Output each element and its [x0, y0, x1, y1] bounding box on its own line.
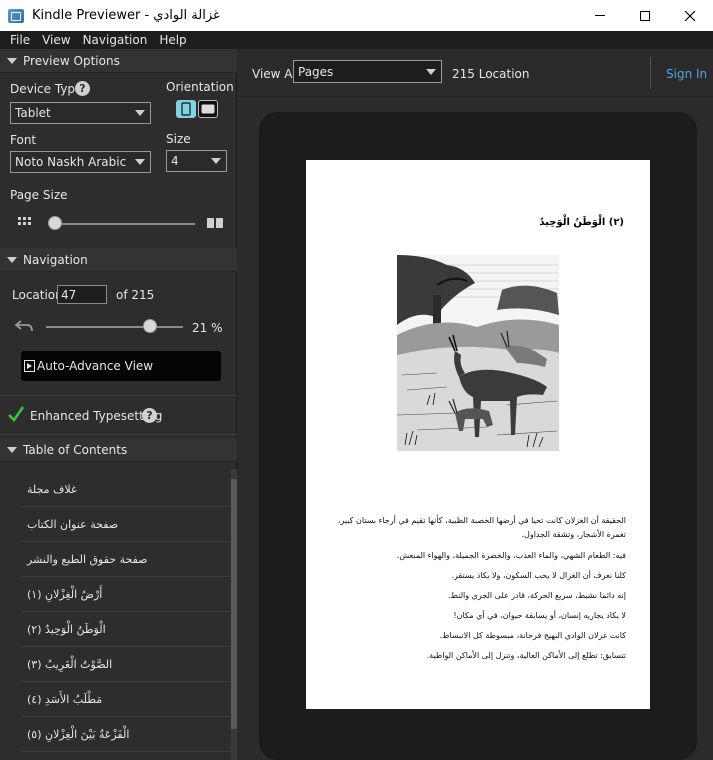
- location-count: 215 Location: [452, 67, 530, 81]
- toc-item[interactable]: صفحة عنوان الكتاب: [21, 507, 231, 542]
- landscape-device-icon: [201, 104, 215, 114]
- landscape-orientation-button[interactable]: [198, 100, 218, 118]
- page-size-slider-thumb[interactable]: [48, 216, 62, 230]
- menu-file[interactable]: File: [10, 33, 30, 47]
- toc-item[interactable]: صفحة حقوق الطبع والنشر: [21, 542, 231, 577]
- font-select[interactable]: Noto Naskh Arabic: [10, 151, 151, 173]
- font-value: Noto Naskh Arabic: [15, 155, 127, 169]
- preview-toolbar: View All Pages 215 Location Sign In: [238, 49, 713, 97]
- help-icon[interactable]: ?: [75, 81, 90, 96]
- toc-item[interactable]: أَرْضُ الْغِزْلانِ (١): [21, 577, 231, 612]
- page-paragraph: تتسابق: تطلع إلى الأماكن العالية، وتنزل …: [426, 651, 626, 660]
- chevron-down-icon: [426, 68, 436, 75]
- page-size-slider-track[interactable]: [48, 223, 195, 225]
- location-label: Location: [12, 288, 63, 302]
- large-grid-icon[interactable]: [207, 217, 224, 229]
- collapse-triangle-icon: [7, 256, 17, 263]
- preview-area: View All Pages 215 Location Sign In (٢) …: [238, 49, 713, 760]
- page-paragraph: فيه: الطعام الشهي، والماء العذب، والخضرة…: [396, 551, 626, 560]
- portrait-orientation-button[interactable]: [176, 100, 196, 118]
- chevron-down-icon: [135, 159, 145, 165]
- gazelle-illustration: [397, 255, 559, 451]
- menu-navigation[interactable]: Navigation: [83, 33, 148, 47]
- close-button[interactable]: [667, 0, 713, 31]
- size-label: Size: [166, 132, 191, 146]
- checkmark-icon: [8, 406, 24, 422]
- toc-item[interactable]: غلاف مجلة: [21, 472, 231, 507]
- menu-view[interactable]: View: [42, 33, 70, 47]
- close-icon: [684, 10, 696, 21]
- collapse-triangle-icon: [7, 57, 17, 64]
- toc-item[interactable]: الْفَزْعَةُ بَيْنَ الْغِزْلانِ (٥): [21, 717, 231, 752]
- toc-scrollbar[interactable]: [231, 469, 237, 760]
- navigation-header[interactable]: Navigation: [0, 248, 237, 272]
- device-type-label: Device Type: [10, 82, 83, 96]
- help-icon[interactable]: ?: [142, 408, 157, 423]
- left-panel: Preview Options Device Type ? Orientatio…: [0, 49, 237, 760]
- preview-options-header[interactable]: Preview Options: [0, 49, 237, 73]
- enhanced-typesetting-row: Enhanced Typesetting ?: [0, 395, 237, 435]
- window-title: Kindle Previewer - غزالة الوادي: [32, 8, 220, 23]
- location-input[interactable]: 47: [57, 285, 107, 304]
- size-select[interactable]: 4: [166, 150, 227, 172]
- device-type-value: Tablet: [15, 106, 51, 120]
- table-of-contents-header[interactable]: Table of Contents: [0, 438, 237, 462]
- page-paragraph: إنه دائما نشيط، سريع الحركة، قادر على ال…: [448, 591, 626, 600]
- maximize-button[interactable]: [622, 0, 668, 31]
- book-page: (٢) الْوَطَنُ الْوَحِيدُ الحقيقة أن الغز…: [306, 160, 650, 709]
- location-slider-track[interactable]: [46, 326, 183, 328]
- chapter-title: (٢) الْوَطَنُ الْوَحِيدُ: [539, 217, 624, 228]
- toc-item[interactable]: مَطْلَبُ الأَسَدِ (٤): [21, 682, 231, 717]
- table-of-contents-title: Table of Contents: [23, 442, 128, 457]
- device-type-select[interactable]: Tablet: [10, 102, 151, 124]
- portrait-device-icon: [181, 102, 191, 116]
- preview-options-title: Preview Options: [23, 53, 120, 68]
- page-size-label: Page Size: [10, 188, 68, 202]
- chevron-down-icon: [135, 110, 145, 116]
- page-paragraph: لا يكاد يجاريه إنسان، أو يسابقة حيوان، ف…: [453, 611, 626, 620]
- chevron-down-icon: [211, 158, 221, 164]
- toc-scrollbar-thumb[interactable]: [231, 479, 237, 729]
- navigation-title: Navigation: [23, 252, 88, 267]
- page-paragraph: كلنا نعرف أن الغزال لا يحب السكون، ولا ي…: [451, 571, 626, 580]
- kindle-previewer-app-icon: [8, 8, 24, 23]
- page-paragraph: تغمرة الأشجار، وتشقة الجداول.: [521, 530, 626, 539]
- auto-advance-view-button[interactable]: Auto-Advance View: [21, 351, 221, 381]
- toolbar-divider: [650, 57, 651, 89]
- size-value: 4: [171, 154, 179, 168]
- view-mode-select[interactable]: Pages: [293, 60, 442, 83]
- toc-item[interactable]: الْوَطَنُ الْوَحِيدُ (٢): [21, 612, 231, 647]
- location-input-value: 47: [61, 287, 77, 302]
- font-label: Font: [10, 133, 37, 147]
- progress-percent: 21 %: [192, 321, 223, 335]
- location-total-label: of 215: [116, 288, 155, 302]
- collapse-triangle-icon: [7, 446, 17, 453]
- back-arrow-icon[interactable]: [14, 319, 34, 333]
- toc-item[interactable]: الصَّوْتُ الْغَرِيبُ (٣): [21, 647, 231, 682]
- auto-advance-label: Auto-Advance View: [37, 359, 154, 373]
- minimize-button[interactable]: [577, 0, 623, 31]
- orientation-label: Orientation: [166, 80, 234, 94]
- small-grid-icon[interactable]: [18, 217, 32, 229]
- location-slider-thumb[interactable]: [143, 319, 157, 333]
- play-icon: [24, 360, 35, 372]
- menu-help[interactable]: Help: [159, 33, 186, 47]
- view-mode-value: Pages: [298, 64, 334, 79]
- title-bar: Kindle Previewer - غزالة الوادي: [0, 0, 713, 31]
- sign-in-link[interactable]: Sign In: [666, 67, 707, 81]
- page-paragraph: الحقيقة أن الغزلان كانت تحيا في أرضها ال…: [337, 516, 626, 525]
- page-paragraph: كانت غزلان الوادي البهيج فرحانة، مبسوطة …: [439, 631, 627, 640]
- menu-bar: File View Navigation Help: [0, 31, 713, 49]
